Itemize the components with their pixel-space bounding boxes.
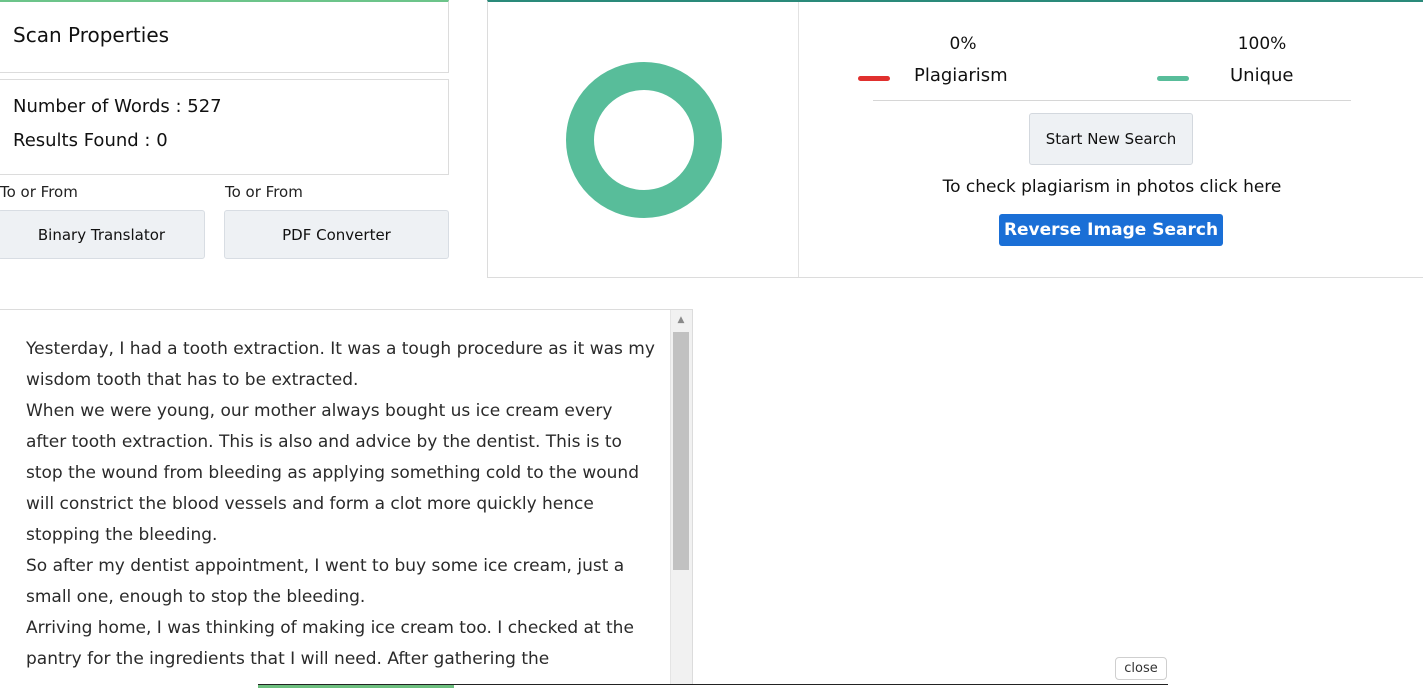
scan-stats: Number of Words : 527 Results Found : 0 <box>0 79 449 175</box>
unique-swatch <box>1157 76 1189 81</box>
plagiarism-checker-page: Scan Properties Number of Words : 527 Re… <box>0 0 1423 688</box>
plagiarism-percent: 0% <box>949 34 977 54</box>
results-found: Results Found : 0 <box>13 130 168 151</box>
document-text-box[interactable]: Yesterday, I had a tooth extraction. It … <box>0 309 693 688</box>
paragraph: When we were young, our mother always bo… <box>26 401 639 545</box>
photo-plagiarism-hint: To check plagiarism in photos click here <box>942 177 1282 197</box>
paragraph: Arriving home, I was thinking of making … <box>26 618 634 669</box>
plagiarism-label: Plagiarism <box>914 65 1008 86</box>
result-panel: 0% 100% Plagiarism Unique Start New Sear… <box>487 0 1423 278</box>
pdf-converter-button[interactable]: PDF Converter <box>224 210 449 259</box>
binary-translator-button[interactable]: Binary Translator <box>0 210 205 259</box>
plagiarism-swatch <box>858 76 890 81</box>
scrollbar-thumb[interactable] <box>673 332 689 570</box>
paragraph: So after my dentist appointment, I went … <box>26 556 625 607</box>
scan-properties-title: Scan Properties <box>13 23 170 47</box>
legend-divider <box>873 100 1351 101</box>
vertical-scrollbar[interactable]: ▲ <box>670 310 692 688</box>
close-ad-button[interactable]: close <box>1115 657 1167 680</box>
reverse-image-search-button[interactable]: Reverse Image Search <box>999 214 1223 246</box>
tool-caption-pdf: To or From <box>225 183 303 201</box>
document-text: Yesterday, I had a tooth extraction. It … <box>26 334 656 675</box>
unique-label: Unique <box>1230 65 1294 86</box>
donut-chart-area <box>488 2 799 277</box>
start-new-search-button[interactable]: Start New Search <box>1029 113 1193 165</box>
donut-slice-unique <box>566 62 722 218</box>
word-count: Number of Words : 527 <box>13 96 222 117</box>
ad-banner-strip <box>258 684 1168 688</box>
paragraph: Yesterday, I had a tooth extraction. It … <box>26 339 655 390</box>
scroll-up-arrow-icon[interactable]: ▲ <box>670 310 692 330</box>
donut-chart <box>566 62 722 218</box>
unique-percent: 100% <box>1237 34 1287 54</box>
scan-properties-header: Scan Properties <box>0 0 449 73</box>
tool-caption-binary: To or From <box>0 183 78 201</box>
